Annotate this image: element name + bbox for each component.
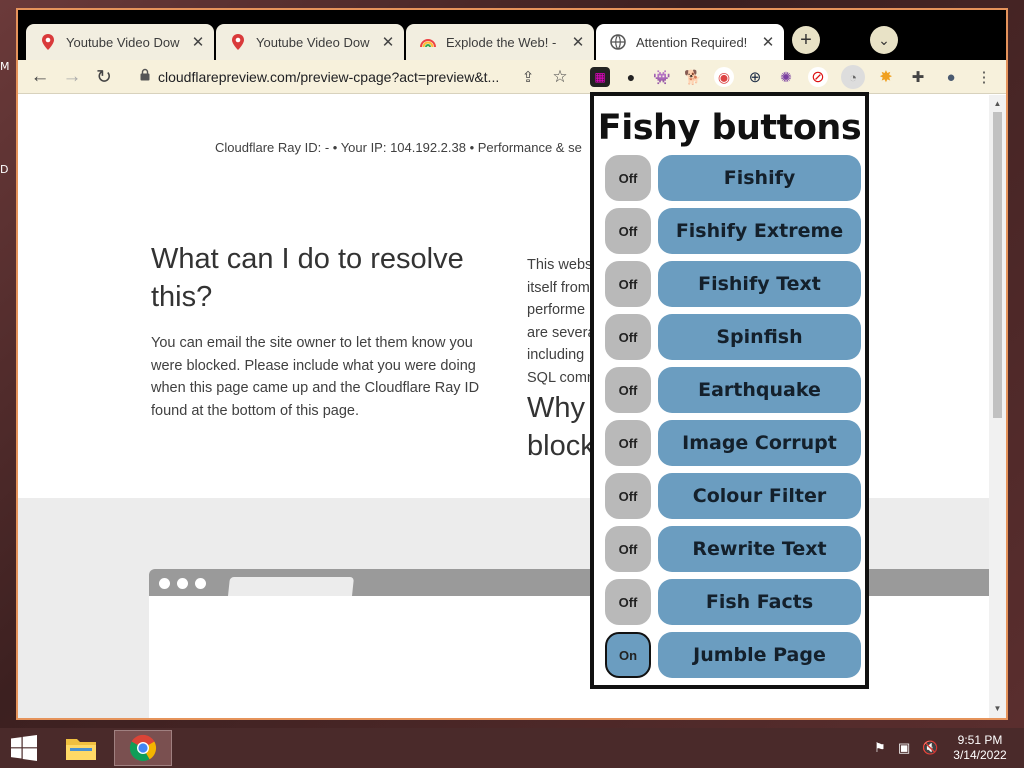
popup-title: Fishy buttons: [597, 108, 862, 148]
rainbow-icon: [420, 34, 436, 50]
window-dot-icon: [159, 578, 170, 589]
close-icon[interactable]: ✕: [570, 33, 586, 51]
tab-search-button[interactable]: ⌄: [870, 26, 898, 54]
desktop-icon-label: D: [0, 163, 9, 176]
fish-facts-toggle[interactable]: Off: [605, 579, 651, 625]
fishify-text-toggle[interactable]: Off: [605, 261, 651, 307]
fish-row-colour-filter: Off Colour Filter: [600, 473, 861, 519]
start-button[interactable]: [0, 728, 48, 768]
spinfish-toggle[interactable]: Off: [605, 314, 651, 360]
rewrite-text-toggle[interactable]: Off: [605, 526, 651, 572]
scroll-up-icon[interactable]: ▲: [989, 97, 1006, 111]
fish-row-fishify-extreme: Off Fishify Extreme: [600, 208, 861, 254]
palette-icon[interactable]: ◉: [714, 67, 734, 87]
fish-row-fishify: Off Fishify: [600, 155, 861, 201]
window-dot-icon: [177, 578, 188, 589]
new-tab-button[interactable]: +: [792, 26, 820, 54]
burst-icon[interactable]: ✺: [776, 67, 796, 87]
tab-title: Explode the Web! - Chr: [446, 34, 560, 50]
share-icon[interactable]: ⇪: [516, 65, 540, 89]
close-icon[interactable]: ✕: [760, 33, 776, 51]
tab-title: Youtube Video Download: [66, 34, 180, 50]
tab-explode-the-web[interactable]: Explode the Web! - Chr ✕: [406, 24, 594, 60]
fish-row-image-corrupt: Off Image Corrupt: [600, 420, 861, 466]
clock-date: 3/14/2022: [953, 748, 1007, 762]
flag-icon[interactable]: ⚑: [874, 740, 886, 756]
chrome-taskbar-button[interactable]: [114, 730, 172, 766]
tab-youtube-download-1[interactable]: Youtube Video Download ✕: [26, 24, 214, 60]
compass-icon[interactable]: ⊕: [745, 67, 765, 87]
fish-row-earthquake: Off Earthquake: [600, 367, 861, 413]
rewrite-text-button[interactable]: Rewrite Text: [658, 526, 861, 572]
spinfish-button[interactable]: Spinfish: [658, 314, 861, 360]
folder-icon: [66, 739, 96, 760]
fish-row-spinfish: Off Spinfish: [600, 314, 861, 360]
tab-title: Youtube Video Download: [256, 34, 370, 50]
windows-logo-icon: [11, 735, 37, 761]
jumble-page-button[interactable]: Jumble Page: [658, 632, 861, 678]
fishy-buttons-popup: Fishy buttons Off Fishify Off Fishify Extre…: [590, 92, 869, 689]
fish-row-fishify-text: Off Fishify Text: [600, 261, 861, 307]
globe-icon: [610, 34, 626, 50]
earthquake-toggle[interactable]: Off: [605, 367, 651, 413]
lock-icon: [140, 68, 150, 86]
film-extension-icon[interactable]: ▦: [590, 67, 610, 87]
colour-filter-toggle[interactable]: Off: [605, 473, 651, 519]
reload-button[interactable]: ↻: [92, 65, 116, 89]
window-dot-icon: [195, 578, 206, 589]
chrome-icon: [129, 734, 157, 762]
network-icon[interactable]: ▣: [898, 740, 910, 756]
fishify-button[interactable]: Fishify: [658, 155, 861, 201]
hat-extension-icon[interactable]: ●: [621, 67, 641, 87]
fish-extension-icon[interactable]: ◔: [841, 65, 865, 89]
taskbar: ⚑ ▣ 🔇 9:51 PM 3/14/2022: [0, 728, 1024, 768]
illustration-tab: [228, 577, 354, 596]
block-icon[interactable]: ⊘: [808, 67, 828, 87]
forward-button[interactable]: →: [60, 65, 84, 89]
file-explorer-taskbar-button[interactable]: [52, 730, 110, 766]
fish-row-fish-facts: Off Fish Facts: [600, 579, 861, 625]
doge-icon[interactable]: 🐕: [683, 67, 703, 87]
back-button[interactable]: ←: [28, 65, 52, 89]
fish-row-jumble-page: On Jumble Page: [600, 632, 861, 678]
tab-title: Attention Required! | Cl: [636, 34, 750, 50]
clock-time: 9:51 PM: [957, 733, 1003, 747]
fish-row-rewrite-text: Off Rewrite Text: [600, 526, 861, 572]
tab-attention-required[interactable]: Attention Required! | Cl ✕: [596, 24, 784, 60]
close-icon[interactable]: ✕: [190, 33, 206, 51]
volume-muted-icon[interactable]: 🔇: [922, 740, 938, 756]
map-pin-icon: [230, 34, 246, 50]
scroll-thumb[interactable]: [993, 112, 1002, 418]
cloudflare-footer: Cloudflare Ray ID: - • Your IP: 104.192.…: [215, 140, 582, 155]
tab-strip: Youtube Video Download ✕ Youtube Video D…: [18, 10, 1006, 60]
jumble-page-toggle[interactable]: On: [605, 632, 651, 678]
fishify-extreme-toggle[interactable]: Off: [605, 208, 651, 254]
menu-kebab-icon[interactable]: ⋮: [974, 67, 994, 87]
fishify-text-button[interactable]: Fishify Text: [658, 261, 861, 307]
resolve-text: You can email the site owner to let them…: [151, 335, 480, 419]
sun-burst-icon[interactable]: ✸: [876, 67, 896, 87]
desktop-icon-label: M: [0, 60, 10, 73]
close-icon[interactable]: ✕: [380, 33, 396, 51]
bookmark-star-icon[interactable]: ☆: [548, 65, 572, 89]
profile-icon[interactable]: ●: [941, 67, 961, 87]
earthquake-button[interactable]: Earthquake: [658, 367, 861, 413]
space-invader-icon[interactable]: 👾: [652, 67, 672, 87]
resolve-heading: What can I do to resolve this?: [151, 243, 464, 313]
image-corrupt-button[interactable]: Image Corrupt: [658, 420, 861, 466]
browser-toolbar: ← → ↻ cloudflarepreview.com/preview-cpag…: [18, 60, 1006, 94]
scroll-down-icon[interactable]: ▼: [989, 702, 1006, 716]
colour-filter-button[interactable]: Colour Filter: [658, 473, 861, 519]
vertical-scrollbar[interactable]: ▲ ▼: [989, 95, 1006, 718]
tab-youtube-download-2[interactable]: Youtube Video Download ✕: [216, 24, 404, 60]
fish-facts-button[interactable]: Fish Facts: [658, 579, 861, 625]
image-corrupt-toggle[interactable]: Off: [605, 420, 651, 466]
fishify-toggle[interactable]: Off: [605, 155, 651, 201]
puzzle-icon[interactable]: ✚: [908, 67, 928, 87]
fishify-extreme-button[interactable]: Fishify Extreme: [658, 208, 861, 254]
system-clock[interactable]: 9:51 PM 3/14/2022: [940, 733, 1020, 763]
map-pin-icon: [40, 34, 56, 50]
